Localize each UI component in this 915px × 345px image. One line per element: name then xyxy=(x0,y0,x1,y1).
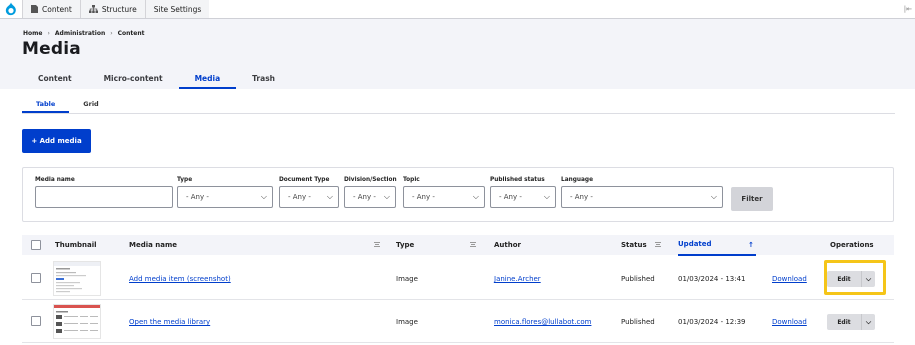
media-name-link[interactable]: Add media item (screenshot) xyxy=(129,258,231,300)
header-operations: Operations xyxy=(830,241,874,249)
filter-published-status: Published status - Any - ⌵ xyxy=(490,177,556,208)
drupal-logo-icon[interactable] xyxy=(0,0,22,18)
edit-dropbutton: Edit ⌵ xyxy=(827,314,875,330)
media-name-filter-label: Media name xyxy=(35,177,75,183)
document-type-filter-label: Document Type xyxy=(279,177,330,183)
toolbar-structure-label: Structure xyxy=(101,4,137,14)
tab-media[interactable]: Media xyxy=(178,71,237,89)
page-title: Media xyxy=(22,39,81,59)
published-status-filter-label: Published status xyxy=(490,177,545,183)
breadcrumb: Home › Administration › Content xyxy=(23,30,145,37)
chevron-down-icon: ⌵ xyxy=(326,192,333,201)
primary-tabs: Content Micro-content Media Trash xyxy=(22,71,291,89)
toolbar-site-settings-label: Site Settings xyxy=(153,4,202,14)
page-header: Home › Administration › Content Media Co… xyxy=(0,19,915,89)
toolbar-content-label: Content xyxy=(42,4,72,14)
updated-date: 01/03/2024 - 13:41 xyxy=(678,275,746,283)
toolbar-site-settings[interactable]: Site Settings xyxy=(144,0,210,18)
chevron-down-icon: ⌵ xyxy=(260,192,267,201)
highlight-annotation xyxy=(824,260,886,295)
status-text: Published xyxy=(621,318,655,326)
filter-type: Type - Any - ⌵ xyxy=(177,177,273,208)
table-header: Thumbnail Media name Type Author Status … xyxy=(22,235,894,256)
status-text: Published xyxy=(621,275,655,283)
filter-media-name: Media name xyxy=(35,177,173,208)
toolbar-collapse-icon[interactable]: |⇤ xyxy=(904,0,915,18)
type-select[interactable]: - Any - ⌵ xyxy=(177,186,273,208)
header-status[interactable]: Status xyxy=(621,235,647,255)
breadcrumb-content[interactable]: Content xyxy=(118,30,145,37)
author-link[interactable]: monica.flores@lullabot.com xyxy=(494,301,591,343)
tab-trash[interactable]: Trash xyxy=(236,71,291,89)
tab-micro-content[interactable]: Micro-content xyxy=(88,71,179,89)
filter-form: Media name Type - Any - ⌵ Document Type -… xyxy=(22,167,894,222)
document-type-select[interactable]: - Any - ⌵ xyxy=(279,186,339,208)
filter-division-section: Division/Section - Any - ⌵ xyxy=(344,177,397,208)
breadcrumb-administration[interactable]: Administration xyxy=(55,30,105,37)
header-thumbnail: Thumbnail xyxy=(55,241,97,249)
media-type: Image xyxy=(396,318,418,326)
chevron-down-icon[interactable]: ⌵ xyxy=(861,314,875,330)
subtab-table[interactable]: Table xyxy=(22,97,70,113)
table-row: Open the media library Image monica.flor… xyxy=(22,301,894,343)
row-checkbox[interactable] xyxy=(31,316,41,326)
header-author[interactable]: Author xyxy=(494,235,521,255)
toolbar-structure[interactable]: Structure xyxy=(79,0,145,18)
topic-select[interactable]: - Any - ⌵ xyxy=(403,186,485,208)
sort-icon[interactable] xyxy=(374,242,380,247)
edit-button[interactable]: Edit xyxy=(827,319,861,326)
chevron-down-icon: ⌵ xyxy=(710,192,717,201)
breadcrumb-home[interactable]: Home xyxy=(23,30,42,37)
media-thumbnail[interactable] xyxy=(53,304,101,339)
type-filter-label: Type xyxy=(177,177,193,183)
secondary-tabs: Table Grid xyxy=(22,97,895,114)
header-updated[interactable]: Updated xyxy=(678,235,756,256)
download-link[interactable]: Download xyxy=(772,258,807,300)
filter-language: Language - Any - ⌵ xyxy=(561,177,723,208)
media-name-link[interactable]: Open the media library xyxy=(129,301,210,343)
sort-icon[interactable] xyxy=(655,242,661,247)
table-row: Add media item (screenshot) Image Janine… xyxy=(22,258,894,300)
header-type[interactable]: Type xyxy=(396,235,414,255)
add-media-button[interactable]: + Add media xyxy=(22,129,91,153)
row-checkbox[interactable] xyxy=(31,273,41,283)
chevron-down-icon: ⌵ xyxy=(543,192,550,201)
filter-button[interactable]: Filter xyxy=(731,187,773,211)
published-status-select[interactable]: - Any - ⌵ xyxy=(490,186,556,208)
sort-ascending-icon[interactable]: ↑ xyxy=(748,235,754,255)
topic-filter-label: Topic xyxy=(403,177,420,183)
screenshot-thumbnail-icon xyxy=(54,262,100,293)
chevron-down-icon: ⌵ xyxy=(383,192,390,201)
chevron-down-icon: ⌵ xyxy=(472,192,479,201)
media-type: Image xyxy=(396,275,418,283)
sort-icon[interactable] xyxy=(470,242,476,247)
media-thumbnail[interactable] xyxy=(53,261,101,296)
division-filter-label: Division/Section xyxy=(344,177,397,183)
download-link[interactable]: Download xyxy=(772,301,807,343)
sitemap-icon xyxy=(88,5,98,13)
updated-date: 01/03/2024 - 12:39 xyxy=(678,318,746,326)
language-select[interactable]: - Any - ⌵ xyxy=(561,186,723,208)
document-icon xyxy=(31,5,38,13)
filter-topic: Topic - Any - ⌵ xyxy=(403,177,485,208)
language-filter-label: Language xyxy=(561,177,594,183)
division-select[interactable]: - Any - ⌵ xyxy=(344,186,396,208)
toolbar-content[interactable]: Content xyxy=(22,0,80,18)
select-all-checkbox[interactable] xyxy=(31,240,41,250)
subtab-grid[interactable]: Grid xyxy=(69,97,112,113)
author-link[interactable]: Janine.Archer xyxy=(494,258,541,300)
tab-content[interactable]: Content xyxy=(22,71,88,89)
admin-toolbar: Content Structure Site Settings |⇤ xyxy=(0,0,915,19)
screenshot-thumbnail-icon xyxy=(54,305,100,333)
header-media-name[interactable]: Media name xyxy=(129,235,177,255)
breadcrumb-separator: › xyxy=(110,30,113,37)
breadcrumb-separator: › xyxy=(47,30,50,37)
filter-document-type: Document Type - Any - ⌵ xyxy=(279,177,339,208)
media-name-input[interactable] xyxy=(35,186,173,208)
